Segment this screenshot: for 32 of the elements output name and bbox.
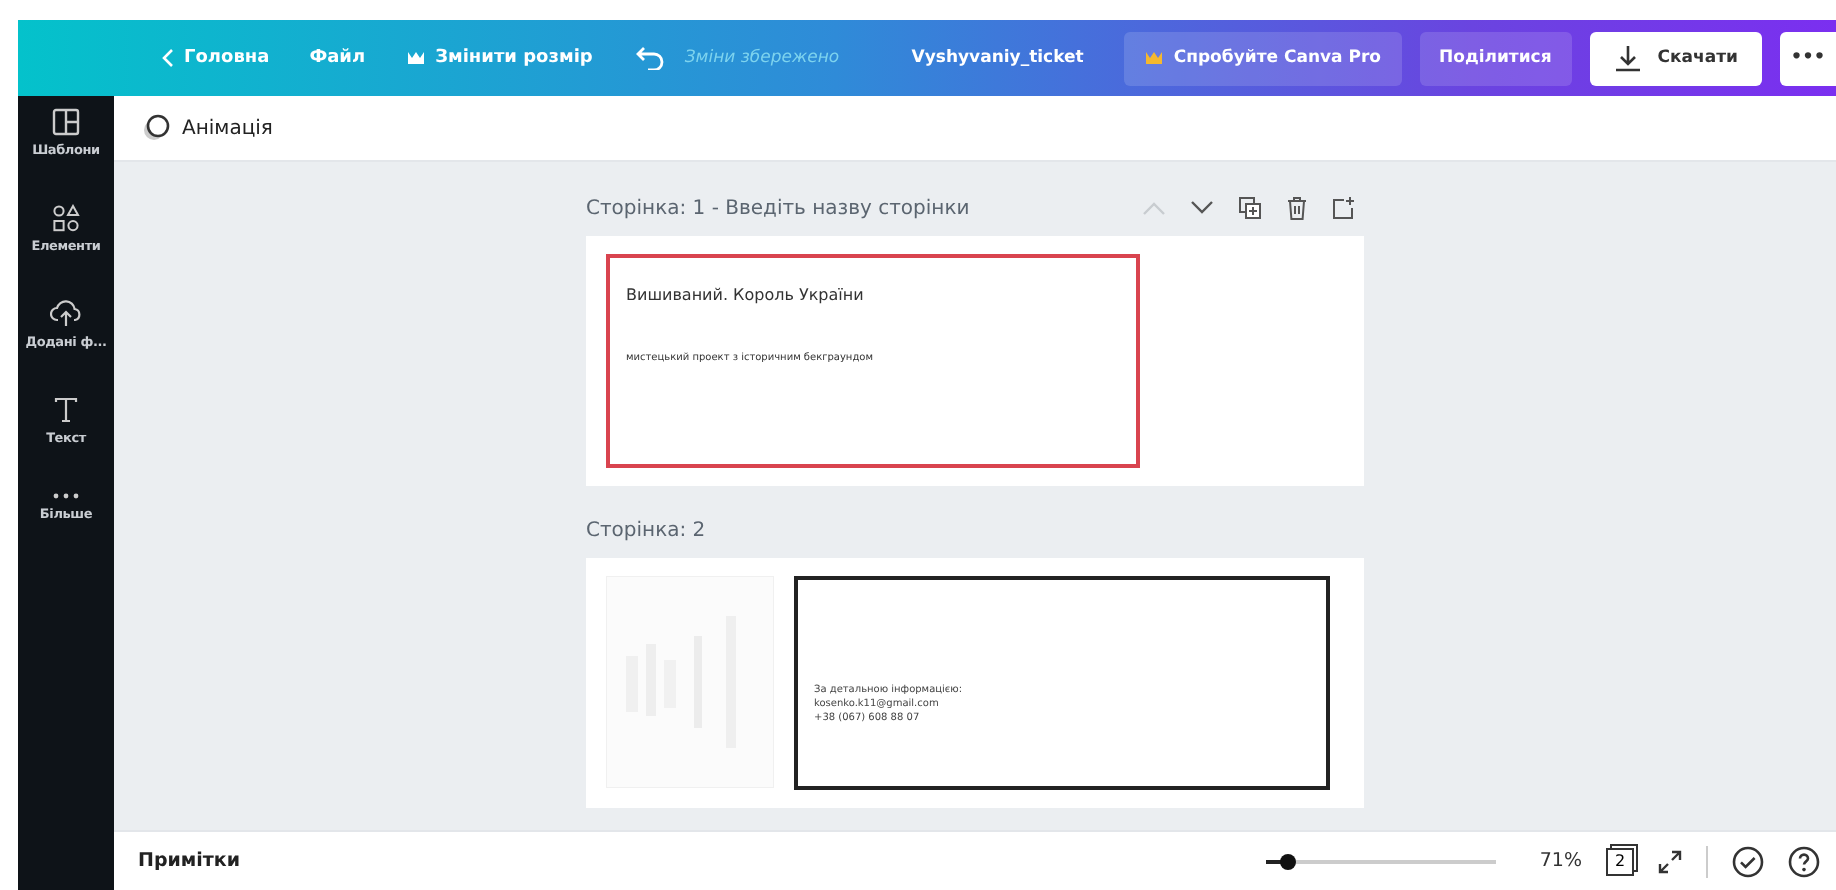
animation-icon bbox=[142, 114, 170, 142]
cloud-upload-icon[interactable] bbox=[50, 300, 82, 328]
page-title[interactable]: Сторінка: 1 - Введіть назву сторінки bbox=[586, 197, 1142, 219]
crown-icon bbox=[1143, 50, 1164, 66]
more-button[interactable]: ••• bbox=[1780, 31, 1836, 85]
undo-icon[interactable] bbox=[636, 46, 665, 70]
download-icon bbox=[1613, 44, 1642, 72]
more-icon[interactable] bbox=[51, 492, 80, 500]
share-button[interactable]: Поділитися bbox=[1419, 31, 1572, 85]
zoom-reading: 71% bbox=[1539, 850, 1582, 872]
page-title[interactable]: Сторінка: 2 bbox=[586, 519, 1364, 541]
layout-icon[interactable] bbox=[51, 108, 80, 136]
design-text[interactable]: Вишиваний. Король України bbox=[626, 286, 1120, 304]
fullscreen-icon[interactable] bbox=[1658, 849, 1682, 873]
download-button[interactable]: Скачати bbox=[1589, 31, 1762, 85]
page-count-button[interactable]: 2 bbox=[1606, 847, 1634, 875]
pro-button[interactable]: Спробуйте Canva Pro bbox=[1123, 31, 1401, 85]
design-title[interactable]: Vyshyvaniy_ticket bbox=[911, 48, 1084, 68]
animation-button[interactable]: Анімація bbox=[130, 112, 285, 144]
move-down-icon[interactable] bbox=[1190, 200, 1214, 216]
trash-icon[interactable] bbox=[1286, 196, 1308, 220]
help-icon[interactable] bbox=[1788, 845, 1820, 877]
add-page-icon[interactable] bbox=[1332, 196, 1356, 220]
crown-icon bbox=[405, 50, 426, 66]
chevron-left-icon bbox=[162, 48, 174, 68]
shapes-icon[interactable] bbox=[51, 204, 80, 232]
save-status: Зміни збережено bbox=[684, 48, 840, 68]
check-icon[interactable] bbox=[1732, 845, 1764, 877]
notes-button[interactable]: Примітки bbox=[138, 850, 241, 872]
slider-thumb[interactable] bbox=[1280, 853, 1297, 869]
text-icon[interactable] bbox=[52, 396, 80, 424]
duplicate-icon[interactable] bbox=[1238, 196, 1262, 220]
